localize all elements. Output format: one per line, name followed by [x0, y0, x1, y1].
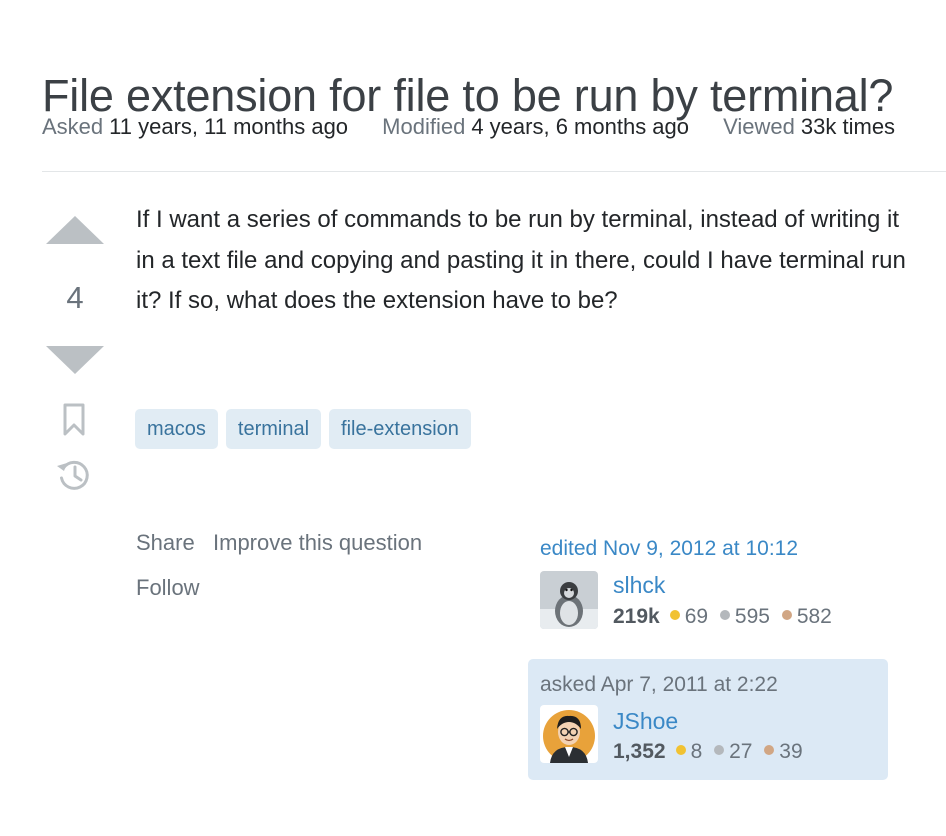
person-avatar-image	[540, 705, 598, 763]
tag-macos[interactable]: macos	[135, 409, 218, 449]
viewed-value: 33k times	[800, 114, 896, 139]
tag-list: macos terminal file-extension	[135, 409, 479, 449]
bookmark-icon	[63, 403, 85, 436]
asked-label: Asked	[42, 114, 104, 139]
gold-badge-icon	[669, 610, 680, 621]
downvote-button[interactable]	[42, 338, 108, 382]
gold-badge-count: 8	[690, 740, 703, 763]
gold-badges: 69	[669, 602, 709, 632]
viewed-info: Viewed 33k times	[723, 112, 895, 142]
owner-reputation: 1,352	[613, 740, 666, 763]
editor-reputation: 219k	[613, 605, 660, 628]
improve-question-link[interactable]: Improve this question	[213, 527, 422, 559]
modified-value[interactable]: 4 years, 6 months ago	[471, 114, 689, 139]
viewed-label: Viewed	[723, 114, 795, 139]
bronze-badges: 39	[764, 737, 803, 767]
tag-terminal[interactable]: terminal	[225, 409, 322, 449]
gold-badges: 8	[675, 737, 703, 767]
silver-badge-icon	[714, 745, 725, 756]
modified-label: Modified	[382, 114, 466, 139]
silver-badge-count: 27	[729, 740, 753, 763]
bronze-badge-icon	[781, 610, 792, 621]
editor-avatar[interactable]	[540, 571, 598, 629]
owner-name[interactable]: JShoe	[613, 706, 678, 736]
gold-badge-count: 69	[684, 605, 709, 628]
bookmark-button[interactable]	[59, 402, 89, 438]
header-divider	[42, 171, 946, 172]
owner-avatar[interactable]	[540, 705, 598, 763]
silver-badge-icon	[719, 610, 730, 621]
gold-badge-icon	[675, 745, 686, 756]
bronze-badge-count: 39	[779, 740, 803, 763]
edited-timestamp[interactable]: edited Nov 9, 2012 at 10:12	[540, 534, 798, 564]
editor-name[interactable]: slhck	[613, 570, 665, 600]
owner-stats: 1,352 8 27 39	[613, 737, 809, 767]
editor-stats: 219k 69 595 582	[613, 602, 838, 632]
upvote-button[interactable]	[42, 210, 108, 254]
history-button[interactable]	[55, 456, 93, 494]
owner-card: asked Apr 7, 2011 at 2:22 JShoe 1,352 8 2…	[528, 659, 888, 780]
question-meta: Asked 11 years, 11 months ago Modified 4 y…	[42, 112, 946, 142]
asked-info: Asked 11 years, 11 months ago	[42, 112, 348, 142]
share-link[interactable]: Share	[136, 527, 195, 559]
silver-badge-count: 595	[734, 605, 770, 628]
bronze-badge-icon	[764, 745, 775, 756]
follow-link[interactable]: Follow	[136, 572, 200, 604]
editor-card: edited Nov 9, 2012 at 10:12 slhck 219k 69…	[528, 531, 888, 641]
modified-info: Modified 4 years, 6 months ago	[382, 112, 689, 142]
question-body: If I want a series of commands to be run…	[136, 206, 906, 314]
vote-count: 4	[66, 280, 84, 315]
silver-badges: 595	[719, 602, 770, 632]
caret-up-icon	[46, 216, 104, 244]
asked-timestamp: asked Apr 7, 2011 at 2:22	[540, 673, 778, 696]
history-icon	[57, 460, 89, 490]
caret-down-icon	[46, 346, 104, 374]
bronze-badge-count: 582	[796, 605, 832, 628]
asked-value[interactable]: 11 years, 11 months ago	[109, 114, 348, 139]
bronze-badges: 582	[781, 602, 832, 632]
tag-file-extension[interactable]: file-extension	[329, 409, 471, 449]
penguin-avatar-image	[540, 571, 598, 629]
silver-badges: 27	[714, 737, 752, 767]
